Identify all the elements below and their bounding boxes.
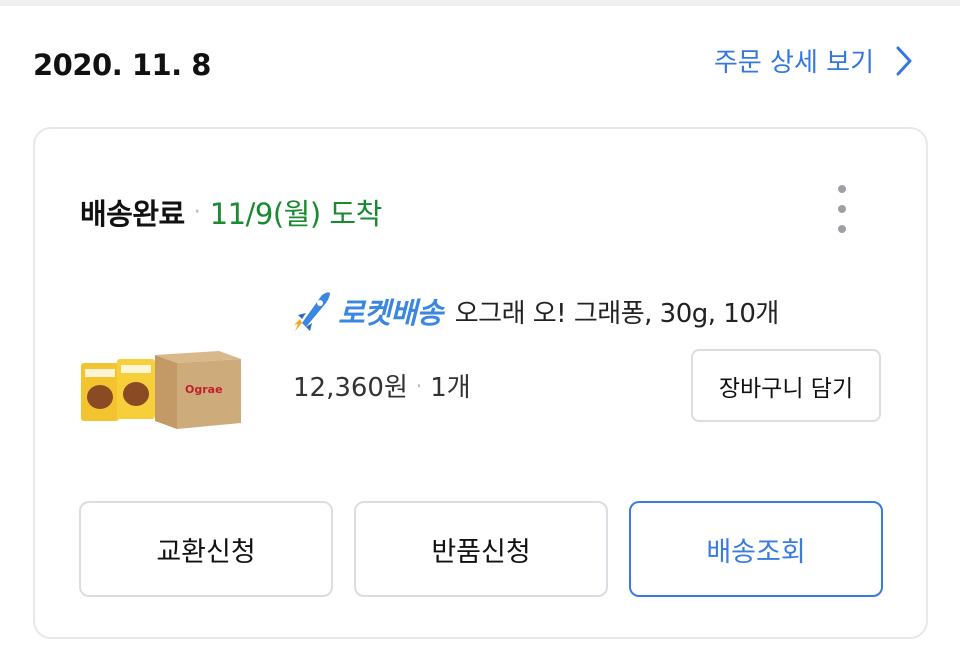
order-card: 배송완료 · 11/9(월) 도착 Ograe 로켓배송 오그래 오! 그래퐁,… <box>33 127 928 639</box>
price-row: 12,360원 · 1개 <box>293 367 471 404</box>
product-title-row[interactable]: 로켓배송 오그래 오! 그래퐁, 30g, 10개 <box>292 289 779 333</box>
product-name: 오그래 오! 그래퐁, 30g, 10개 <box>454 298 780 329</box>
product-thumbnail[interactable]: Ograe <box>79 345 247 435</box>
order-date: 2020. 11. 8 <box>33 48 211 82</box>
track-delivery-button[interactable]: 배송조회 <box>629 501 883 597</box>
product-quantity: 1개 <box>430 373 471 403</box>
order-detail-link[interactable]: 주문 상세 보기 <box>714 42 912 79</box>
return-request-button[interactable]: 반품신청 <box>354 501 608 597</box>
exchange-request-button[interactable]: 교환신청 <box>79 501 333 597</box>
product-price: 12,360원 <box>293 373 408 403</box>
delivery-status-row: 배송완료 · 11/9(월) 도착 <box>80 191 382 233</box>
chevron-right-icon <box>896 46 912 76</box>
add-to-cart-button[interactable]: 장바구니 담기 <box>691 349 881 422</box>
product-box-logo: Ograe <box>185 383 223 396</box>
price-separator: · <box>415 373 423 398</box>
more-vertical-icon[interactable] <box>828 185 856 233</box>
top-divider <box>0 0 960 6</box>
status-separator: · <box>193 199 201 225</box>
rocket-delivery-badge: 로켓배송 <box>338 296 443 330</box>
arrival-date: 11/9(월) 도착 <box>209 197 383 231</box>
order-detail-label: 주문 상세 보기 <box>713 48 874 78</box>
order-history-page: 2020. 11. 8 주문 상세 보기 배송완료 · 11/9(월) 도착 O… <box>0 0 960 646</box>
delivery-status: 배송완료 <box>80 197 185 231</box>
rocket-icon <box>292 289 332 333</box>
